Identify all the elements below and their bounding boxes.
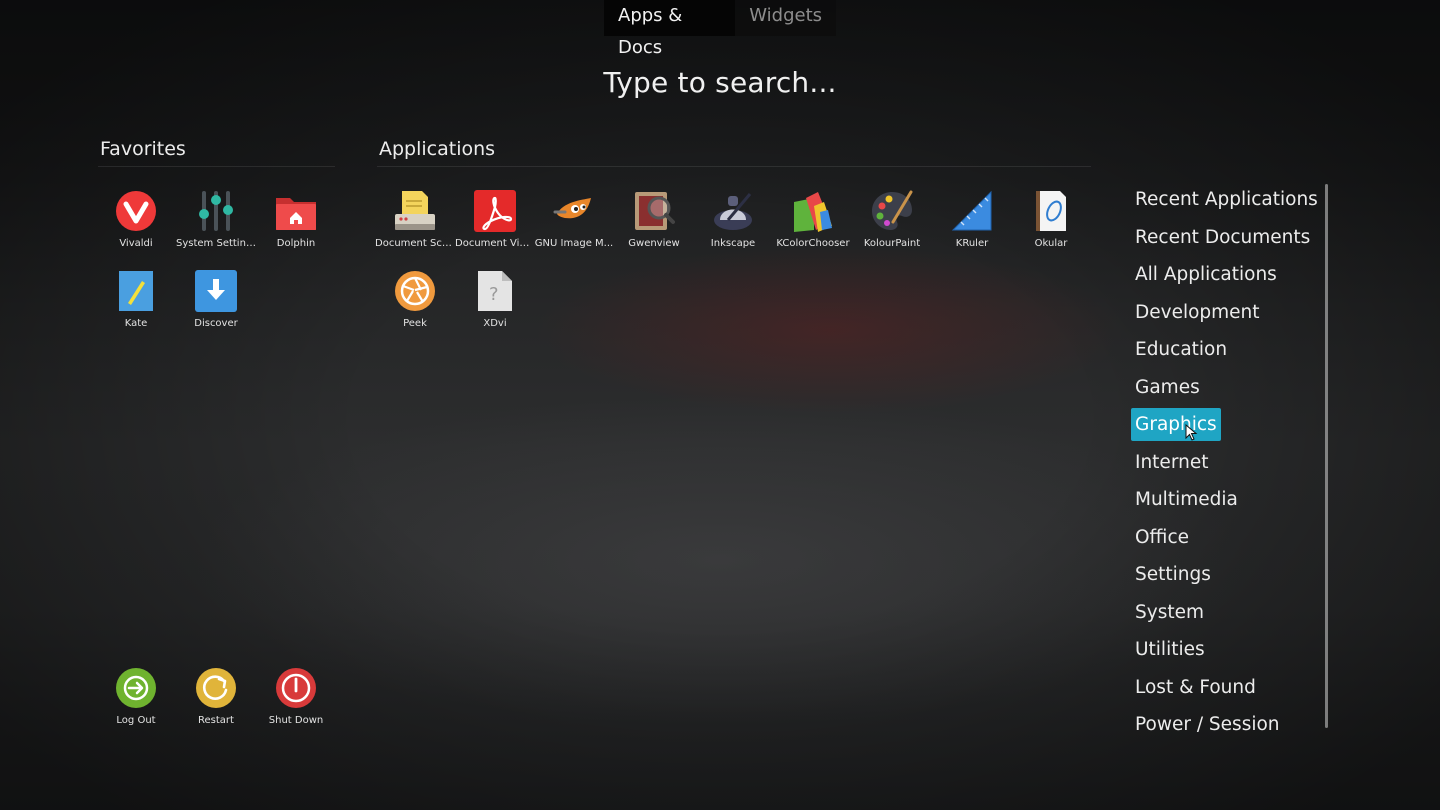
category-office[interactable]: Office [1131, 519, 1321, 557]
category-label: Utilities [1135, 639, 1205, 661]
applications-title: Applications [379, 138, 496, 160]
document-viewer-icon [474, 190, 516, 232]
category-education[interactable]: Education [1131, 331, 1321, 369]
category-label: Lost & Found [1135, 676, 1256, 698]
system-settings-icon [199, 191, 233, 231]
favorite-discover[interactable]: Discover [176, 262, 256, 342]
category-label: Games [1135, 376, 1200, 398]
kcolorchooser-icon [794, 192, 832, 232]
app-label: System Settings [176, 238, 256, 249]
app-label: Kate [124, 318, 148, 329]
vivaldi-icon [116, 191, 156, 231]
app-kolourpaint[interactable]: KolourPaint [852, 182, 932, 262]
category-label: Recent Documents [1135, 226, 1311, 248]
favorites-title: Favorites [100, 138, 186, 160]
app-label: GNU Image M... [534, 238, 614, 249]
favorite-vivaldi[interactable]: Vivaldi [96, 182, 176, 262]
category-internet[interactable]: Internet [1131, 444, 1321, 482]
app-label: Document Sca... [375, 238, 455, 249]
discover-icon [195, 270, 237, 312]
app-kruler[interactable]: KRuler [932, 182, 1012, 262]
gimp-icon [553, 198, 591, 219]
category-label: Office [1135, 526, 1190, 548]
xdvi-icon: ? [478, 271, 512, 311]
kate-icon [119, 271, 153, 311]
app-document-scanner[interactable]: Document Sca... [375, 182, 455, 262]
app-label: Gwenview [628, 238, 680, 249]
app-gimp[interactable]: GNU Image M... [534, 182, 614, 262]
category-label: Power / Session [1135, 714, 1280, 736]
category-games[interactable]: Games [1131, 369, 1321, 407]
category-recent-applications[interactable]: Recent Applications [1131, 181, 1321, 219]
category-system[interactable]: System [1131, 594, 1321, 632]
favorite-system-settings[interactable]: System Settings [176, 182, 256, 262]
search-field[interactable]: Type to search... [0, 66, 1440, 99]
document-scanner-icon [395, 191, 435, 230]
inkscape-icon [714, 193, 752, 230]
applications-divider [377, 166, 1091, 167]
category-graphics[interactable]: Graphics [1131, 406, 1321, 444]
category-utilities[interactable]: Utilities [1131, 631, 1321, 669]
app-label: KRuler [955, 238, 989, 249]
restart-icon [196, 668, 236, 708]
category-label: Recent Applications [1135, 189, 1318, 211]
app-label: Dolphin [276, 238, 316, 249]
okular-icon [1036, 191, 1066, 231]
category-label: System [1135, 601, 1204, 623]
category-label: All Applications [1135, 264, 1277, 286]
category-lost-found[interactable]: Lost & Found [1131, 669, 1321, 707]
session-label: Shut Down [268, 715, 324, 726]
category-label: Settings [1135, 564, 1211, 586]
app-label: KolourPaint [863, 238, 921, 249]
kruler-icon [951, 190, 992, 231]
app-xdvi[interactable]: ? XDvi [455, 262, 535, 342]
logout-icon [116, 668, 156, 708]
session-label: Restart [198, 715, 234, 726]
kolourpaint-icon [872, 190, 913, 230]
category-scrollbar[interactable] [1325, 184, 1328, 728]
shutdown-icon [276, 668, 316, 708]
app-kcolorchooser[interactable]: KColorChooser [773, 182, 853, 262]
app-label: Okular [1034, 238, 1068, 249]
app-label: Vivaldi [119, 238, 153, 249]
app-label: XDvi [483, 318, 507, 329]
app-label: Peek [403, 318, 427, 329]
app-okular[interactable]: Okular [1011, 182, 1091, 262]
shutdown-button[interactable]: Shut Down [256, 659, 336, 739]
category-label: Multimedia [1135, 489, 1238, 511]
app-label: Discover [194, 318, 238, 329]
gwenview-icon [635, 192, 675, 230]
category-recent-documents[interactable]: Recent Documents [1131, 219, 1321, 257]
category-label: Development [1135, 301, 1260, 323]
favorite-dolphin[interactable]: Dolphin [256, 182, 336, 262]
category-power-session[interactable]: Power / Session [1131, 706, 1321, 744]
session-label: Log Out [116, 715, 156, 726]
tab-apps-docs[interactable]: Apps & Docs [604, 0, 736, 58]
app-label: Document Vie... [455, 238, 535, 249]
dolphin-icon [276, 198, 316, 230]
logout-button[interactable]: Log Out [96, 659, 176, 739]
category-label: Graphics [1131, 408, 1221, 442]
app-inkscape[interactable]: Inkscape [693, 182, 773, 262]
app-label: KColorChooser [776, 238, 850, 249]
category-list: Recent Applications Recent Documents All… [1131, 181, 1321, 744]
category-label: Internet [1135, 451, 1209, 473]
category-multimedia[interactable]: Multimedia [1131, 481, 1321, 519]
category-development[interactable]: Development [1131, 294, 1321, 332]
app-label: Inkscape [710, 238, 756, 249]
category-label: Education [1135, 339, 1228, 361]
favorites-divider [98, 166, 335, 167]
category-all-applications[interactable]: All Applications [1131, 256, 1321, 294]
tab-widgets[interactable]: Widgets [735, 0, 836, 36]
app-peek[interactable]: Peek [375, 262, 455, 342]
restart-button[interactable]: Restart [176, 659, 256, 739]
view-tabs: Apps & Docs Widgets [604, 0, 836, 58]
peek-icon [395, 271, 435, 311]
app-document-viewer[interactable]: Document Vie... [455, 182, 535, 262]
app-gwenview[interactable]: Gwenview [614, 182, 694, 262]
svg-text:?: ? [489, 284, 499, 305]
mouse-pointer-icon [1185, 424, 1198, 441]
category-settings[interactable]: Settings [1131, 556, 1321, 594]
favorite-kate[interactable]: Kate [96, 262, 176, 342]
